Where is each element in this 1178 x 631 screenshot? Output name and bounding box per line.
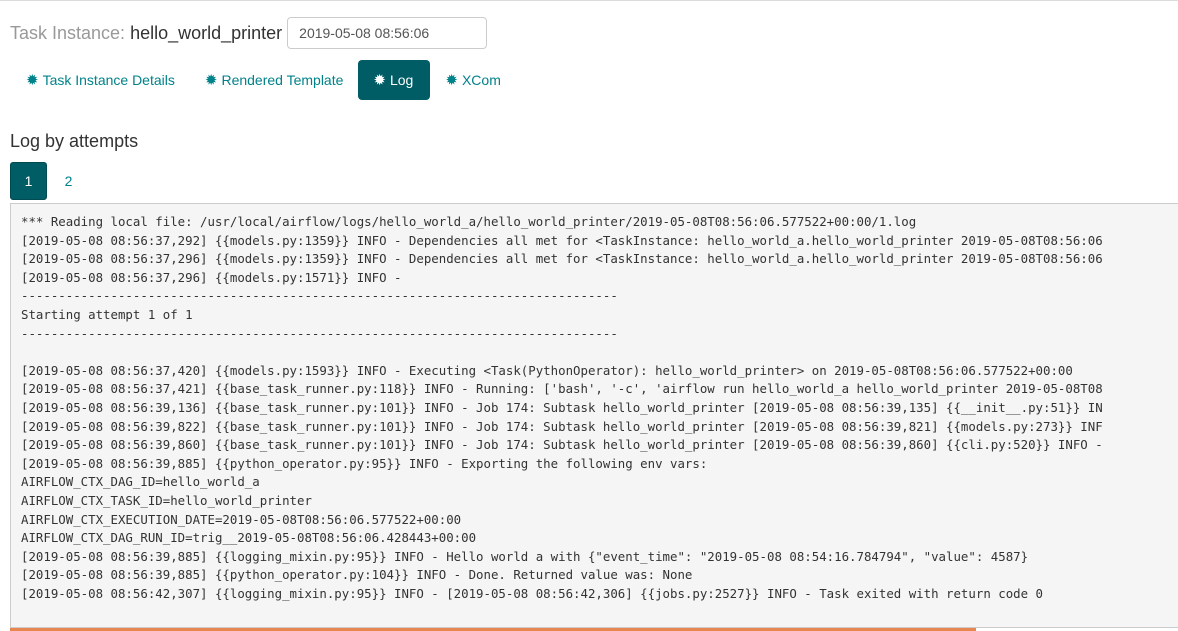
log-line: ----------------------------------------… [21, 288, 618, 304]
log-line: [2019-05-08 08:56:37,292] {{models.py:13… [21, 232, 1103, 248]
log-line: [2019-05-08 08:56:37,296] {{models.py:13… [21, 251, 1103, 267]
log-line: AIRFLOW_CTX_DAG_ID=hello_world_a [21, 474, 260, 490]
top-divider [0, 0, 1178, 1]
attempt-tab-2[interactable]: 2 [50, 162, 87, 200]
log-line: [2019-05-08 08:56:37,296] {{models.py:15… [21, 269, 402, 285]
log-line: AIRFLOW_CTX_EXECUTION_DATE=2019-05-08T08… [21, 511, 462, 527]
tab-label: Rendered Template [221, 72, 344, 88]
log-line: AIRFLOW_CTX_TASK_ID=hello_world_printer [21, 492, 312, 508]
execution-date-input[interactable] [287, 17, 488, 49]
log-line: [2019-05-08 08:56:39,885] {{python_opera… [21, 567, 693, 583]
tab-label: Task Instance Details [42, 72, 175, 88]
page-header: Task Instance: hello_world_printer [10, 16, 488, 50]
log-line: [2019-05-08 08:56:39,885] {{logging_mixi… [21, 548, 1029, 564]
log-line: *** Reading local file: /usr/local/airfl… [21, 214, 917, 229]
attempt-tab-1[interactable]: 1 [10, 162, 47, 200]
tab-xcom[interactable]: ✹ XCom [430, 60, 515, 100]
log-line: [2019-05-08 08:56:39,860] {{base_task_ru… [21, 437, 1103, 453]
log-line: [2019-05-08 08:56:37,421] {{base_task_ru… [21, 381, 1103, 397]
log-line: [2019-05-08 08:56:42,307] {{logging_mixi… [21, 585, 1043, 601]
tab-task-instance-details[interactable]: ✹ Task Instance Details [11, 60, 190, 100]
tab-rendered-template[interactable]: ✹ Rendered Template [190, 60, 359, 100]
asterisk-icon: ✹ [204, 71, 218, 89]
task-instance-tabs: ✹ Task Instance Details ✹ Rendered Templ… [11, 60, 516, 100]
asterisk-icon: ✹ [26, 71, 39, 89]
log-line: AIRFLOW_CTX_DAG_RUN_ID=trig__2019-05-08T… [21, 530, 477, 546]
asterisk-icon: ✹ [445, 71, 458, 89]
log-line: [2019-05-08 08:56:39,136] {{base_task_ru… [21, 399, 1103, 415]
task-name-title: hello_world_printer [130, 22, 283, 43]
task-instance-label: Task Instance: [10, 22, 126, 43]
log-line: ----------------------------------------… [21, 325, 618, 341]
tab-label: XCom [461, 72, 501, 88]
log-line: [2019-05-08 08:56:39,822] {{base_task_ru… [21, 418, 1103, 434]
asterisk-icon: ✹ [373, 71, 386, 89]
attempt-tabs: 1 2 [10, 162, 87, 200]
log-line: Starting attempt 1 of 1 [21, 306, 193, 322]
tab-label: Log [389, 72, 414, 88]
log-line: [2019-05-08 08:56:39,885] {{python_opera… [21, 455, 708, 471]
log-section-title: Log by attempts [10, 131, 139, 151]
tab-log[interactable]: ✹ Log [358, 60, 431, 100]
log-output[interactable]: *** Reading local file: /usr/local/airfl… [10, 203, 1178, 628]
log-line: [2019-05-08 08:56:37,420] {{models.py:15… [21, 362, 1073, 378]
